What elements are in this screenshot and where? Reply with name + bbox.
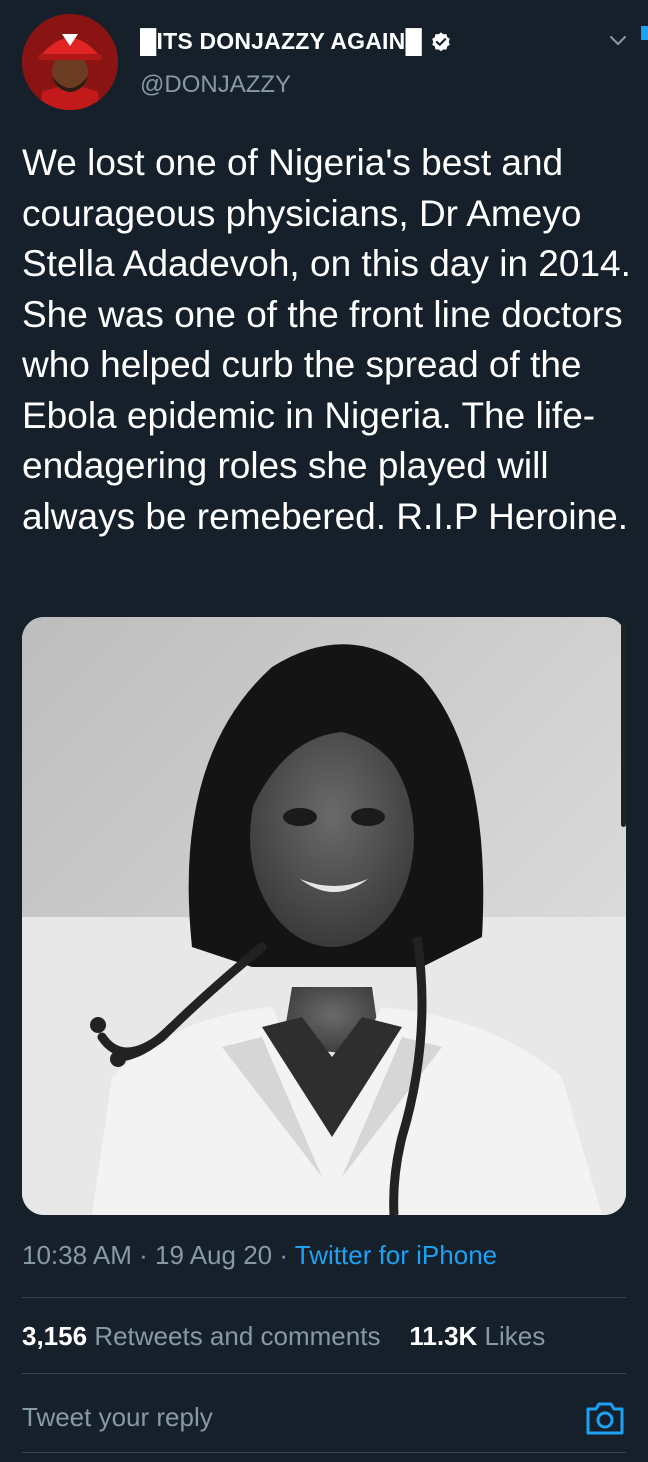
likes-label: Likes	[484, 1321, 546, 1351]
display-name-text: █ITS DONJAZZY AGAIN█	[140, 28, 422, 54]
retweets-count: 3,156	[22, 1321, 88, 1351]
likes-stat[interactable]: 11.3K Likes	[409, 1321, 545, 1351]
tweet-text: We lost one of Nigeria's best and courag…	[22, 142, 631, 537]
doctor-portrait-image	[22, 617, 626, 1215]
camera-icon[interactable]	[584, 1399, 626, 1437]
tweet-date: 19 Aug 20	[155, 1240, 273, 1270]
divider	[22, 1452, 626, 1453]
retweets-stat[interactable]: 3,156 Retweets and comments	[22, 1321, 388, 1351]
tweet-source-link[interactable]: Twitter for iPhone	[295, 1240, 497, 1270]
likes-count: 11.3K	[409, 1321, 478, 1351]
tweet-stats: 3,156 Retweets and comments 11.3K Likes	[22, 1321, 545, 1352]
verified-badge-icon	[432, 31, 450, 51]
avatar-image	[22, 14, 118, 110]
tweet-time: 10:38 AM	[22, 1240, 132, 1270]
meta-separator: ·	[139, 1240, 148, 1270]
avatar[interactable]	[22, 14, 118, 110]
display-name[interactable]: █ITS DONJAZZY AGAIN█	[140, 28, 452, 55]
divider	[22, 1297, 626, 1298]
image-scrollbar[interactable]	[621, 622, 626, 827]
meta-separator: ·	[279, 1240, 289, 1270]
tweet-photo[interactable]	[22, 617, 626, 1215]
tweet-meta: 10:38 AM · 19 Aug 20 · Twitter for iPhon…	[22, 1240, 497, 1271]
retweets-label: Retweets and comments	[94, 1321, 381, 1351]
reply-input[interactable]: Tweet your reply	[22, 1402, 213, 1433]
chevron-down-icon[interactable]	[606, 28, 630, 52]
divider	[22, 1373, 626, 1374]
edge-indicator	[641, 26, 648, 40]
user-handle[interactable]: @DONJAZZY	[140, 71, 291, 99]
